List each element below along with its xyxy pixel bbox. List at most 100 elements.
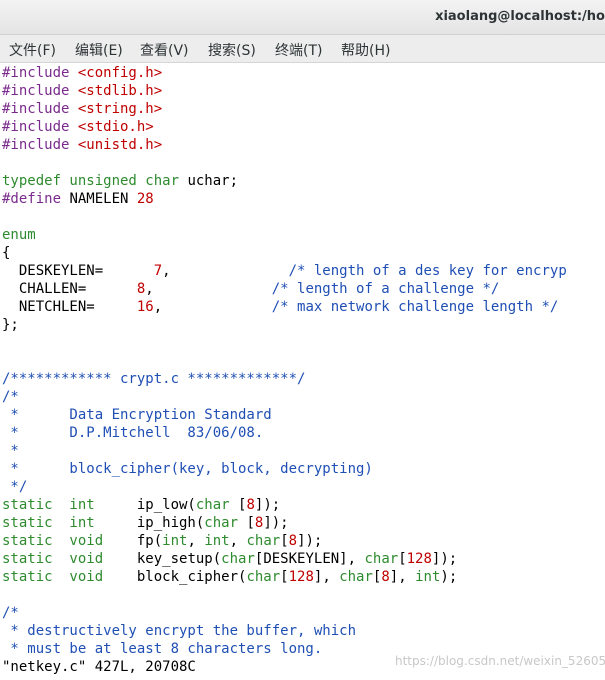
code-line: { xyxy=(2,244,10,262)
code-line: * xyxy=(2,442,19,460)
code-line: static int ip_high(char [8]); xyxy=(2,514,289,532)
code-token: 8 xyxy=(381,569,390,585)
code-token: <unistd.h> xyxy=(77,137,163,153)
code-line: DESKEYLEN= 7, /* length of a des key for… xyxy=(2,262,567,280)
code-token: { xyxy=(2,245,11,261)
code-token: * xyxy=(2,443,19,459)
code-token: int xyxy=(162,533,188,549)
code-line: CHALLEN= 8, /* length of a challenge */ xyxy=(2,280,499,298)
vim-status-line: "netkey.c" 427L, 20708C xyxy=(2,659,196,675)
code-token: 8 xyxy=(246,497,255,513)
code-line: #include <config.h> xyxy=(2,64,162,82)
code-token: [ xyxy=(280,569,289,585)
code-line: /************ crypt.c *************/ xyxy=(2,370,305,388)
code-token: ]); xyxy=(297,533,323,549)
code-token: [DESKEYLEN], xyxy=(254,551,365,567)
code-token: [ xyxy=(229,497,247,513)
code-line: static void fp(int, int, char[8]); xyxy=(2,532,322,550)
code-token: int xyxy=(204,533,230,549)
code-token: static void xyxy=(2,533,104,549)
code-token: 8 xyxy=(288,533,298,549)
code-line: * Data Encryption Standard xyxy=(2,406,272,424)
code-token: */ xyxy=(2,479,28,495)
window-title: xiaolang@localhost:/ho xyxy=(435,9,605,24)
code-token: <stdlib.h> xyxy=(77,83,163,99)
code-token: block_cipher( xyxy=(103,569,247,585)
code-token: , xyxy=(162,263,289,279)
code-token: #define xyxy=(2,191,70,207)
code-token: static int xyxy=(2,497,95,513)
code-line: */ xyxy=(2,478,27,496)
code-token: ], xyxy=(389,569,416,585)
code-token: ); xyxy=(440,569,458,585)
code-token: uchar; xyxy=(179,173,239,189)
code-token: <stdio.h> xyxy=(77,119,154,135)
menu-help[interactable]: 帮助(H) xyxy=(341,40,390,60)
code-token: , xyxy=(187,533,205,549)
code-token: 128 xyxy=(406,551,432,567)
code-token: * Data Encryption Standard xyxy=(2,407,272,423)
terminal-editor-area[interactable]: #include <config.h> #include <stdlib.h> #i… xyxy=(0,63,605,658)
code-token: 7 xyxy=(153,263,163,279)
code-token: char xyxy=(221,551,255,567)
code-token: char xyxy=(339,569,373,585)
code-token: , xyxy=(229,533,247,549)
code-token: * block_cipher(key, block, decrypting) xyxy=(2,461,373,477)
code-line: /* xyxy=(2,604,19,622)
code-token: 128 xyxy=(288,569,314,585)
code-token: int xyxy=(415,569,441,585)
code-token: ]); xyxy=(431,551,458,567)
menu-bar: 文件(F) 编辑(E) 查看(V) 搜索(S) 终端(T) 帮助(H) xyxy=(0,35,605,63)
code-token: char xyxy=(364,551,399,567)
code-line: #include <stdlib.h> xyxy=(2,82,162,100)
code-token: typedef unsigned char xyxy=(2,173,180,189)
code-line: #define NAMELEN 28 xyxy=(2,190,154,208)
code-token: }; xyxy=(2,317,19,333)
code-token: * D.P.Mitchell 83/06/08. xyxy=(2,425,264,441)
code-token: <config.h> xyxy=(77,65,163,81)
code-token: enum xyxy=(2,227,36,243)
code-line: static void key_setup(char[DESKEYLEN], c… xyxy=(2,550,457,568)
code-line: #include <stdio.h> xyxy=(2,118,154,136)
code-token: char xyxy=(246,569,281,585)
code-line: #include <unistd.h> xyxy=(2,136,162,154)
code-token: /* length of a challenge */ xyxy=(271,281,500,297)
code-token: * must be at least 8 characters long. xyxy=(2,641,323,657)
menu-view[interactable]: 查看(V) xyxy=(140,40,189,60)
code-token: char xyxy=(195,497,230,513)
code-token: fp( xyxy=(103,533,163,549)
menu-file[interactable]: 文件(F) xyxy=(9,40,56,60)
code-line: * D.P.Mitchell 83/06/08. xyxy=(2,424,263,442)
code-token: [ xyxy=(238,515,255,531)
code-token: 16 xyxy=(136,299,154,315)
menu-terminal[interactable]: 终端(T) xyxy=(275,40,322,60)
code-token: /************ crypt.c *************/ xyxy=(2,371,306,387)
code-token: key_setup( xyxy=(103,551,222,567)
code-token: 28 xyxy=(136,191,154,207)
code-token: ]); xyxy=(254,497,281,513)
menu-edit[interactable]: 编辑(E) xyxy=(75,40,123,60)
code-token: ]); xyxy=(263,515,289,531)
code-token: #include xyxy=(2,83,78,99)
code-token: static void xyxy=(2,551,104,567)
code-token: <string.h> xyxy=(77,101,163,117)
code-line: /* xyxy=(2,388,19,406)
code-token: static int xyxy=(2,515,95,531)
code-token: ip_low( xyxy=(94,497,196,513)
code-line: typedef unsigned char uchar; xyxy=(2,172,238,190)
code-token: * destructively encrypt the buffer, whic… xyxy=(2,623,357,639)
menu-search[interactable]: 搜索(S) xyxy=(208,40,256,60)
code-token: static void xyxy=(2,569,104,585)
code-token: /* xyxy=(2,389,19,405)
code-token: ], xyxy=(313,569,340,585)
code-token: #include xyxy=(2,65,78,81)
code-line: static int ip_low(char [8]); xyxy=(2,496,280,514)
code-token: CHALLEN= xyxy=(2,281,137,297)
title-bar: xiaolang@localhost:/ho xyxy=(0,0,605,35)
code-line: #include <string.h> xyxy=(2,100,162,118)
code-token: #include xyxy=(2,119,78,135)
watermark: https://blog.csdn.net/weixin_52605156 xyxy=(395,654,605,668)
code-token: char xyxy=(204,515,239,531)
code-token: [ xyxy=(280,533,289,549)
code-token: /* length of a des key for encryp xyxy=(288,263,567,279)
